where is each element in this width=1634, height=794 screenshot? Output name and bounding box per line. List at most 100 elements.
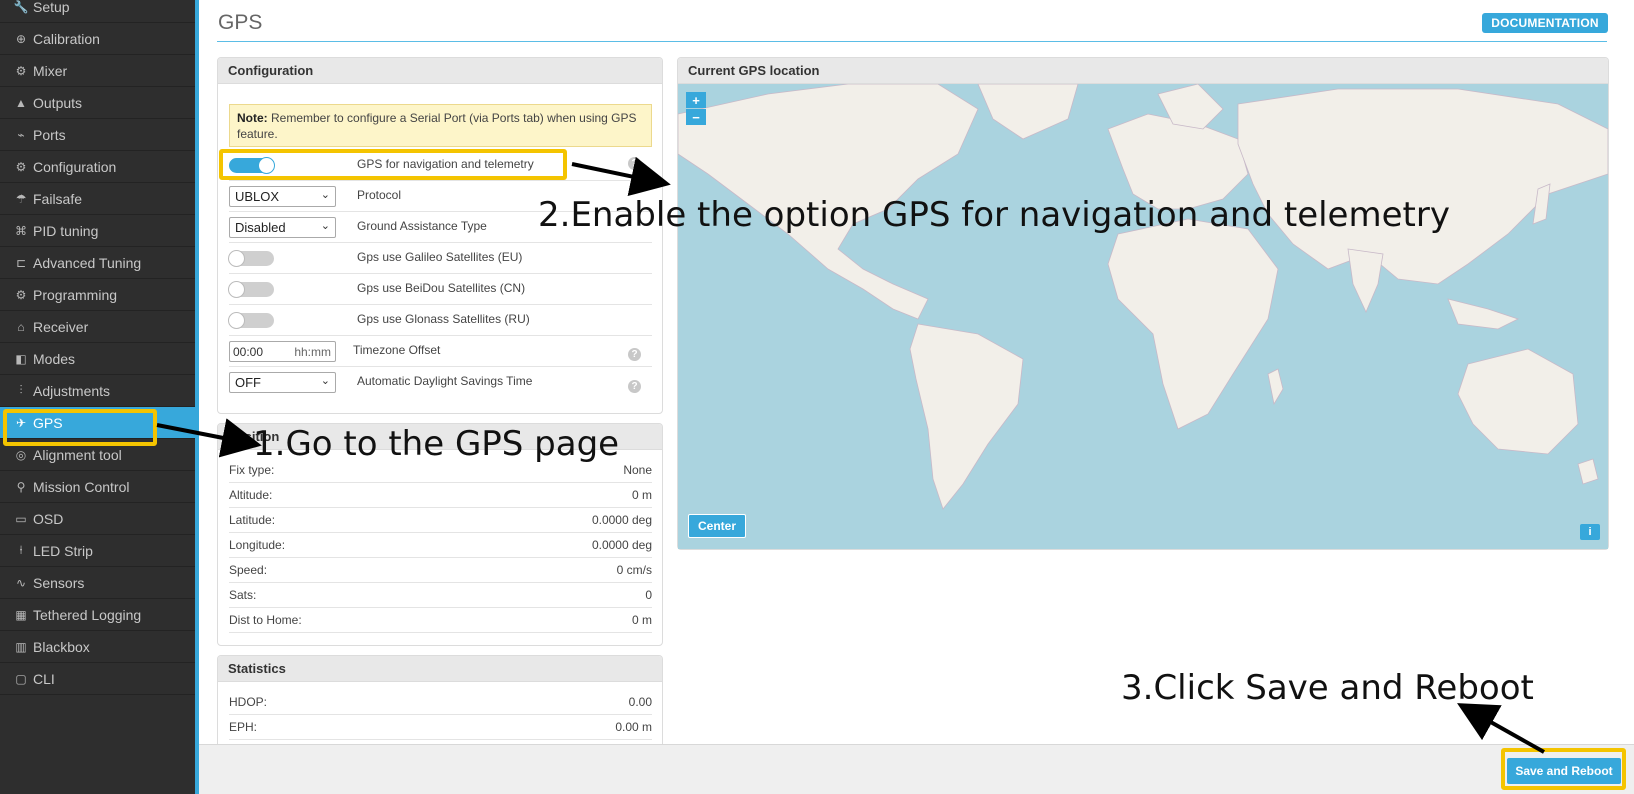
dst-help-icon[interactable]: ?	[628, 380, 641, 393]
wrench-icon: 🔧	[13, 0, 29, 14]
map-info-button[interactable]: i	[1580, 524, 1600, 540]
statistics-title: Statistics	[218, 656, 662, 682]
statistics-value: 0.00	[628, 695, 652, 709]
annotation-step1: 1.Go to the GPS page	[253, 424, 620, 464]
sidebar-item-label: Advanced Tuning	[33, 254, 142, 271]
sidebar-item-gps[interactable]: ✈ GPS	[0, 407, 195, 439]
protocol-select[interactable]: UBLOX ⌄	[229, 186, 336, 207]
position-key: Fix type:	[229, 463, 275, 477]
sidebar-item-label: Programming	[33, 286, 118, 303]
sidebar-item-programming[interactable]: ⚙ Programming	[0, 279, 195, 311]
configuration-title: Configuration	[218, 58, 662, 84]
sidebar-item-pid-tuning[interactable]: ⌘ PID tuning	[0, 215, 195, 247]
position-row: Speed: 0 cm/s	[229, 558, 652, 583]
statistics-row: HDOP: 0.00	[229, 690, 652, 715]
mixer-icon: ⚙	[15, 63, 27, 78]
keyboard-icon: ▦	[15, 607, 27, 622]
sidebar-item-label: Blackbox	[33, 638, 90, 655]
sidebar-item-outputs[interactable]: ▲ Outputs	[0, 87, 195, 119]
sidebar-item-failsafe[interactable]: ☂ Failsafe	[0, 183, 195, 215]
dst-select[interactable]: OFF ⌄	[229, 372, 336, 393]
sidebar-item-tethered-logging[interactable]: ▦ Tethered Logging	[0, 599, 195, 631]
gps-feature-label: GPS for navigation and telemetry	[357, 157, 534, 171]
toggle-knob	[228, 250, 245, 267]
beidou-row: Gps use BeiDou Satellites (CN)	[228, 274, 652, 305]
timezone-row: 00:00 hh:mm Timezone Offset	[229, 336, 652, 367]
ground-assistance-label: Ground Assistance Type	[357, 219, 487, 233]
sidebar-item-label: Ports	[33, 126, 66, 143]
ground-assistance-select[interactable]: Disabled ⌄	[229, 217, 336, 238]
terminal-icon: ▢	[15, 671, 27, 686]
annotation-step3: 3.Click Save and Reboot	[1121, 668, 1534, 708]
position-key: Latitude:	[229, 513, 276, 527]
toggle-knob	[258, 157, 275, 174]
documentation-button[interactable]: DOCUMENTATION	[1482, 13, 1608, 33]
sidebar-item-label: Tethered Logging	[33, 606, 142, 623]
sidebar-item-label: Receiver	[33, 318, 89, 335]
sidebar-item-osd[interactable]: ▭ OSD	[0, 503, 195, 535]
gps-feature-toggle[interactable]	[229, 157, 275, 174]
sidebar-item-alignment-tool[interactable]: ◎ Alignment tool	[0, 439, 195, 471]
map-title: Current GPS location	[678, 58, 1608, 84]
sidebar-item-modes[interactable]: ◧ Modes	[0, 343, 195, 375]
sidebar-item-led-strip[interactable]: ⍿ LED Strip	[0, 535, 195, 567]
zoom-in-button[interactable]: +	[686, 92, 706, 108]
sidebar-item-cli[interactable]: ▢ CLI	[0, 663, 195, 695]
gps-feature-help-icon[interactable]: ?	[628, 157, 641, 170]
glonass-label: Gps use Glonass Satellites (RU)	[357, 312, 530, 326]
timezone-value: 00:00	[233, 345, 264, 359]
sidebar-item-calibration[interactable]: ⊕ Calibration	[0, 23, 195, 55]
sidebar-active-edge	[195, 0, 199, 794]
position-row: Dist to Home: 0 m	[229, 608, 652, 633]
world-map[interactable]: + − Center i	[678, 84, 1608, 549]
sidebar-item-mixer[interactable]: ⚙ Mixer	[0, 55, 195, 87]
sidebar-item-label: PID tuning	[33, 222, 99, 239]
timezone-help-icon[interactable]: ?	[628, 348, 641, 361]
save-and-reboot-button[interactable]: Save and Reboot	[1507, 758, 1621, 784]
dst-label: Automatic Daylight Savings Time	[357, 374, 533, 388]
tree-icon: ⊏	[15, 255, 27, 270]
page-title: GPS	[218, 11, 263, 34]
chevron-down-icon: ⌄	[320, 189, 330, 201]
map-center-button[interactable]: Center	[688, 514, 746, 538]
sidebar-item-sensors[interactable]: ∿ Sensors	[0, 567, 195, 599]
sidebar-item-configuration[interactable]: ⚙ Configuration	[0, 151, 195, 183]
sidebar-item-advanced-tuning[interactable]: ⊏ Advanced Tuning	[0, 247, 195, 279]
gps-feature-row: GPS for navigation and telemetry	[229, 150, 652, 181]
glonass-toggle[interactable]	[228, 312, 274, 329]
statistics-row: EPH: 0.00 m	[229, 715, 652, 740]
zoom-out-button[interactable]: −	[686, 109, 706, 125]
position-value: 0	[645, 588, 652, 602]
sidebar-item-receiver[interactable]: ⌂ Receiver	[0, 311, 195, 343]
map-marker-icon: ⚲	[16, 479, 26, 494]
dst-row: OFF ⌄ Automatic Daylight Savings Time	[229, 367, 652, 398]
footer-bar	[199, 744, 1634, 794]
sidebar-item-setup[interactable]: 🔧 Setup	[0, 0, 195, 23]
note-label: Note:	[237, 111, 268, 125]
galileo-label: Gps use Galileo Satellites (EU)	[357, 250, 523, 264]
galileo-toggle[interactable]	[228, 250, 274, 267]
sidebar-item-adjustments[interactable]: ⫶ Adjustments	[0, 375, 195, 407]
pulse-icon: ∿	[15, 575, 27, 590]
sidebar-item-label: Setup	[33, 0, 70, 15]
parachute-icon: ☂	[15, 191, 27, 206]
annotation-step2: 2.Enable the option GPS for navigation a…	[538, 195, 1450, 235]
protocol-value: UBLOX	[235, 189, 280, 204]
timezone-input[interactable]: 00:00 hh:mm	[229, 341, 336, 362]
sidebar-item-ports[interactable]: ⌁ Ports	[0, 119, 195, 151]
sidebar-item-label: Configuration	[33, 158, 117, 175]
beidou-toggle[interactable]	[228, 281, 274, 298]
sidebar-item-label: LED Strip	[33, 542, 93, 559]
position-value: None	[623, 463, 652, 477]
robot-icon: ⌂	[17, 319, 25, 334]
sidebar-item-label: Mixer	[33, 62, 68, 79]
sidebar-item-mission-control[interactable]: ⚲ Mission Control	[0, 471, 195, 503]
dst-value: OFF	[235, 375, 261, 390]
configuration-panel: Configuration Note: Remember to configur…	[217, 57, 663, 414]
protocol-label: Protocol	[357, 188, 402, 202]
sidebar-item-label: Adjustments	[33, 382, 111, 399]
sidebar-item-blackbox[interactable]: ▥ Blackbox	[0, 631, 195, 663]
position-value: 0 cm/s	[616, 563, 652, 577]
gear-icon: ⚙	[15, 287, 27, 302]
position-row: Latitude: 0.0000 deg	[229, 508, 652, 533]
